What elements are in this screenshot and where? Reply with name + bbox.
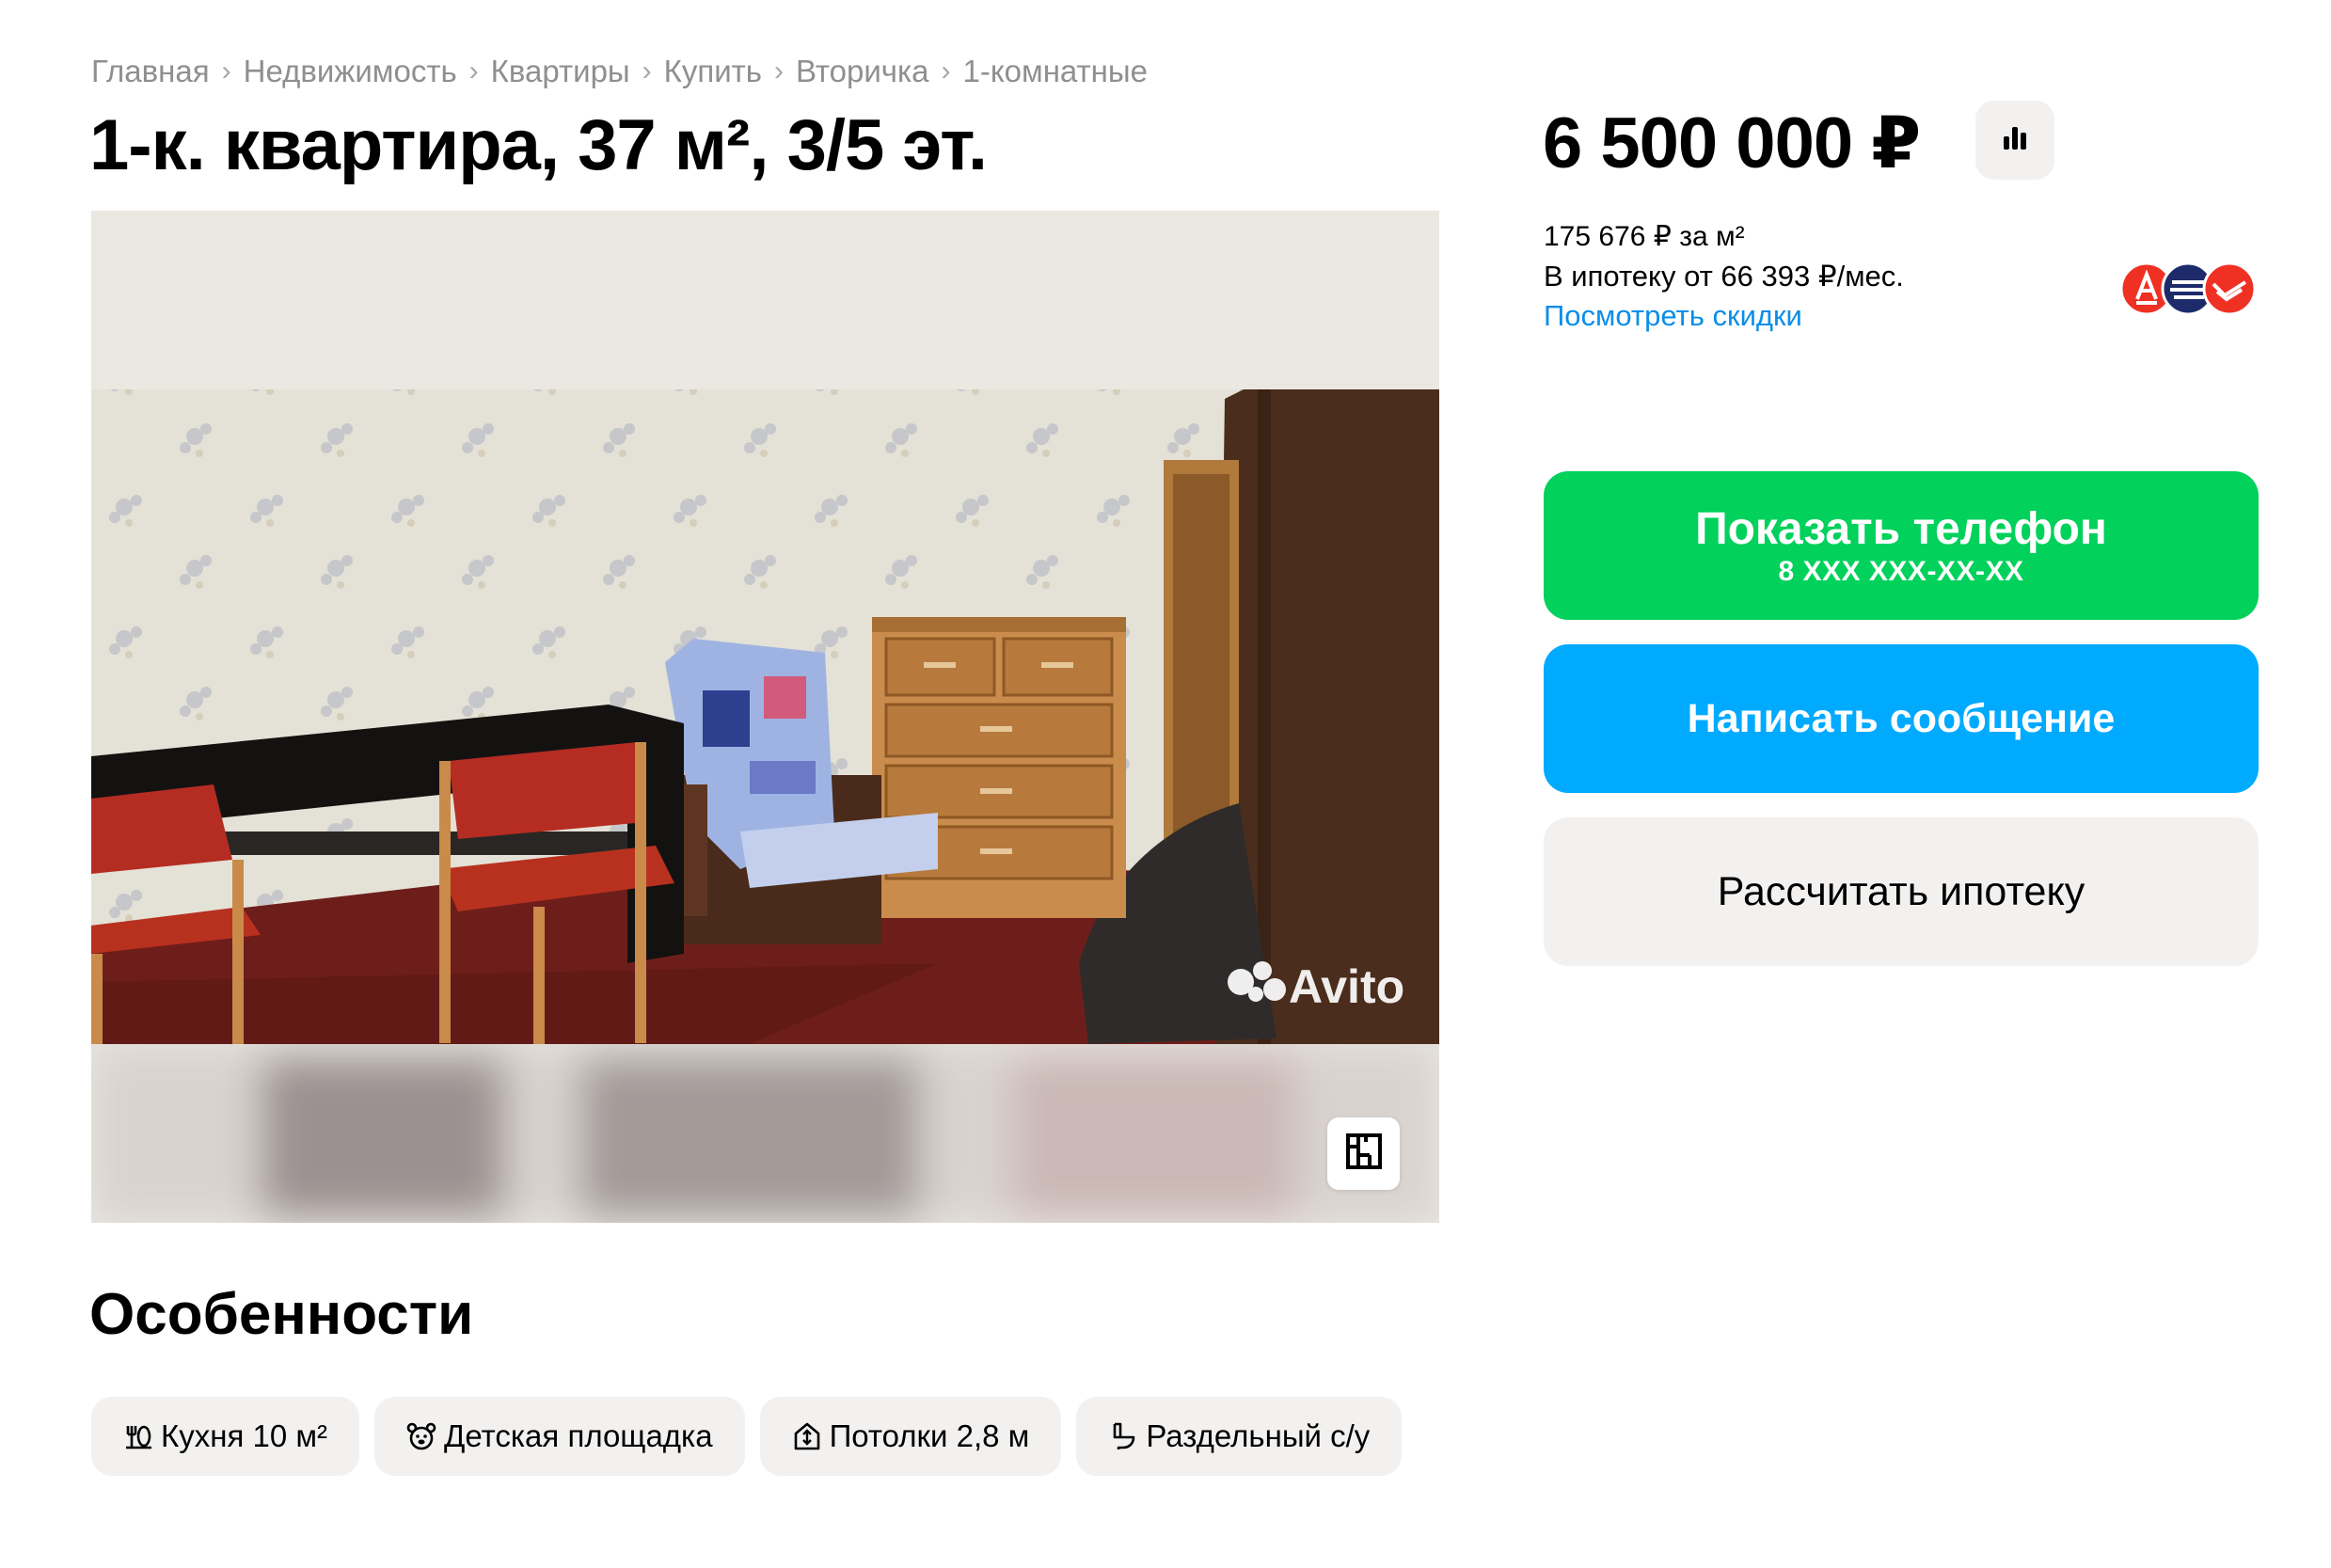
price: 6 500 000 ₽ bbox=[1543, 103, 1921, 183]
page-title: 1-к. квартира, 37 м², 3/5 эт. bbox=[89, 105, 988, 185]
breadcrumb-separator: › bbox=[468, 55, 479, 87]
floor-plan-button[interactable] bbox=[1327, 1117, 1400, 1190]
breadcrumb-item-one-room[interactable]: 1-комнатные bbox=[963, 54, 1148, 89]
listing-photo: Avito bbox=[91, 211, 1439, 1223]
breadcrumb-separator: › bbox=[941, 55, 951, 87]
feature-chip-kitchen[interactable]: Кухня 10 м² bbox=[91, 1397, 360, 1476]
photo-gallery[interactable]: Avito bbox=[91, 211, 1439, 1223]
bathroom-icon bbox=[1108, 1421, 1138, 1451]
breadcrumb: Главная › Недвижимость › Квартиры › Купи… bbox=[91, 53, 1148, 90]
write-message-button[interactable]: Написать сообщение bbox=[1544, 644, 2259, 793]
bank-logos bbox=[2119, 261, 2257, 316]
breadcrumb-item-secondary[interactable]: Вторичка bbox=[796, 54, 929, 89]
breadcrumb-separator: › bbox=[773, 55, 784, 87]
discounts-link[interactable]: Посмотреть скидки bbox=[1544, 297, 1802, 335]
kitchen-icon bbox=[123, 1421, 153, 1451]
features-list: Кухня 10 м² Детская площадка Потолки 2,8… bbox=[91, 1397, 1403, 1476]
breadcrumb-item-buy[interactable]: Купить bbox=[664, 54, 762, 89]
breadcrumb-item-home[interactable]: Главная bbox=[91, 54, 210, 89]
breadcrumb-separator: › bbox=[642, 55, 652, 87]
ceiling-icon bbox=[792, 1421, 822, 1451]
write-message-label: Написать сообщение bbox=[1687, 695, 2116, 741]
floor-plan-icon bbox=[1345, 1132, 1383, 1175]
phone-mask: 8 XXX XXX-XX-XX bbox=[1778, 556, 2024, 587]
breadcrumb-item-apartments[interactable]: Квартиры bbox=[491, 54, 630, 89]
post-bank-icon bbox=[2202, 261, 2257, 316]
feature-label: Раздельный с/у bbox=[1146, 1418, 1371, 1453]
svg-text:Avito: Avito bbox=[1289, 960, 1404, 1013]
feature-chip-playground[interactable]: Детская площадка bbox=[374, 1397, 745, 1476]
feature-chip-bathroom[interactable]: Раздельный с/у bbox=[1076, 1397, 1403, 1476]
feature-label: Потолки 2,8 м bbox=[829, 1418, 1030, 1453]
price-per-m2: 175 676 ₽ за м² bbox=[1544, 221, 1745, 252]
playground-icon bbox=[406, 1421, 436, 1451]
feature-label: Кухня 10 м² bbox=[161, 1418, 328, 1453]
features-title: Особенности bbox=[89, 1282, 474, 1347]
calc-mortgage-button[interactable]: Рассчитать ипотеку bbox=[1544, 817, 2259, 966]
feature-label: Детская площадка bbox=[444, 1418, 713, 1453]
show-phone-button[interactable]: Показать телефон 8 XXX XXX-XX-XX bbox=[1544, 471, 2259, 620]
feature-chip-ceiling[interactable]: Потолки 2,8 м bbox=[759, 1397, 1062, 1476]
breadcrumb-item-realty[interactable]: Недвижимость bbox=[244, 54, 457, 89]
mortgage-text: В ипотеку от 66 393 ₽/мес. bbox=[1544, 260, 1904, 293]
breadcrumb-separator: › bbox=[221, 55, 231, 87]
calc-mortgage-label: Рассчитать ипотеку bbox=[1717, 868, 2085, 914]
price-history-button[interactable] bbox=[1975, 101, 2054, 180]
show-phone-label: Показать телефон bbox=[1695, 504, 2107, 554]
bar-chart-icon bbox=[1998, 121, 2032, 160]
